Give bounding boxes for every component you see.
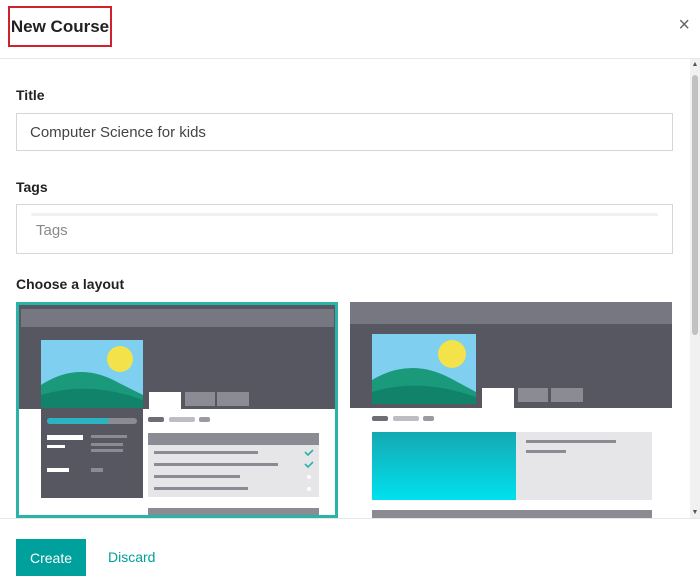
tags-label: Tags	[16, 179, 48, 195]
close-icon[interactable]: ×	[678, 14, 690, 37]
layout-option-fullwidth[interactable]	[350, 302, 672, 518]
dialog-scrollbar[interactable]: ▲ ▼	[690, 59, 700, 518]
discard-button[interactable]: Discard	[100, 539, 163, 576]
tags-input-bar	[31, 213, 658, 216]
create-button[interactable]: Create	[16, 539, 86, 576]
dialog-footer: Create Discard	[0, 518, 700, 586]
layout-fullwidth-preview	[350, 302, 672, 518]
title-label: Title	[16, 87, 45, 103]
dialog-header: New Course ×	[0, 0, 700, 59]
scrollbar-thumb[interactable]	[692, 75, 698, 335]
tags-input[interactable]: Tags	[16, 204, 673, 254]
scroll-down-arrow-icon[interactable]: ▼	[690, 509, 700, 516]
layout-option-sidebar[interactable]	[16, 302, 338, 518]
dialog-title: New Course	[10, 16, 110, 36]
tags-placeholder: Tags	[36, 222, 68, 239]
title-highlight-box: New Course	[8, 6, 112, 47]
layout-sidebar-preview	[19, 305, 335, 515]
layout-label: Choose a layout	[16, 276, 125, 292]
scroll-up-arrow-icon[interactable]: ▲	[690, 61, 700, 68]
title-input-value: Computer Science for kids	[30, 124, 206, 141]
title-input[interactable]: Computer Science for kids	[16, 113, 673, 151]
